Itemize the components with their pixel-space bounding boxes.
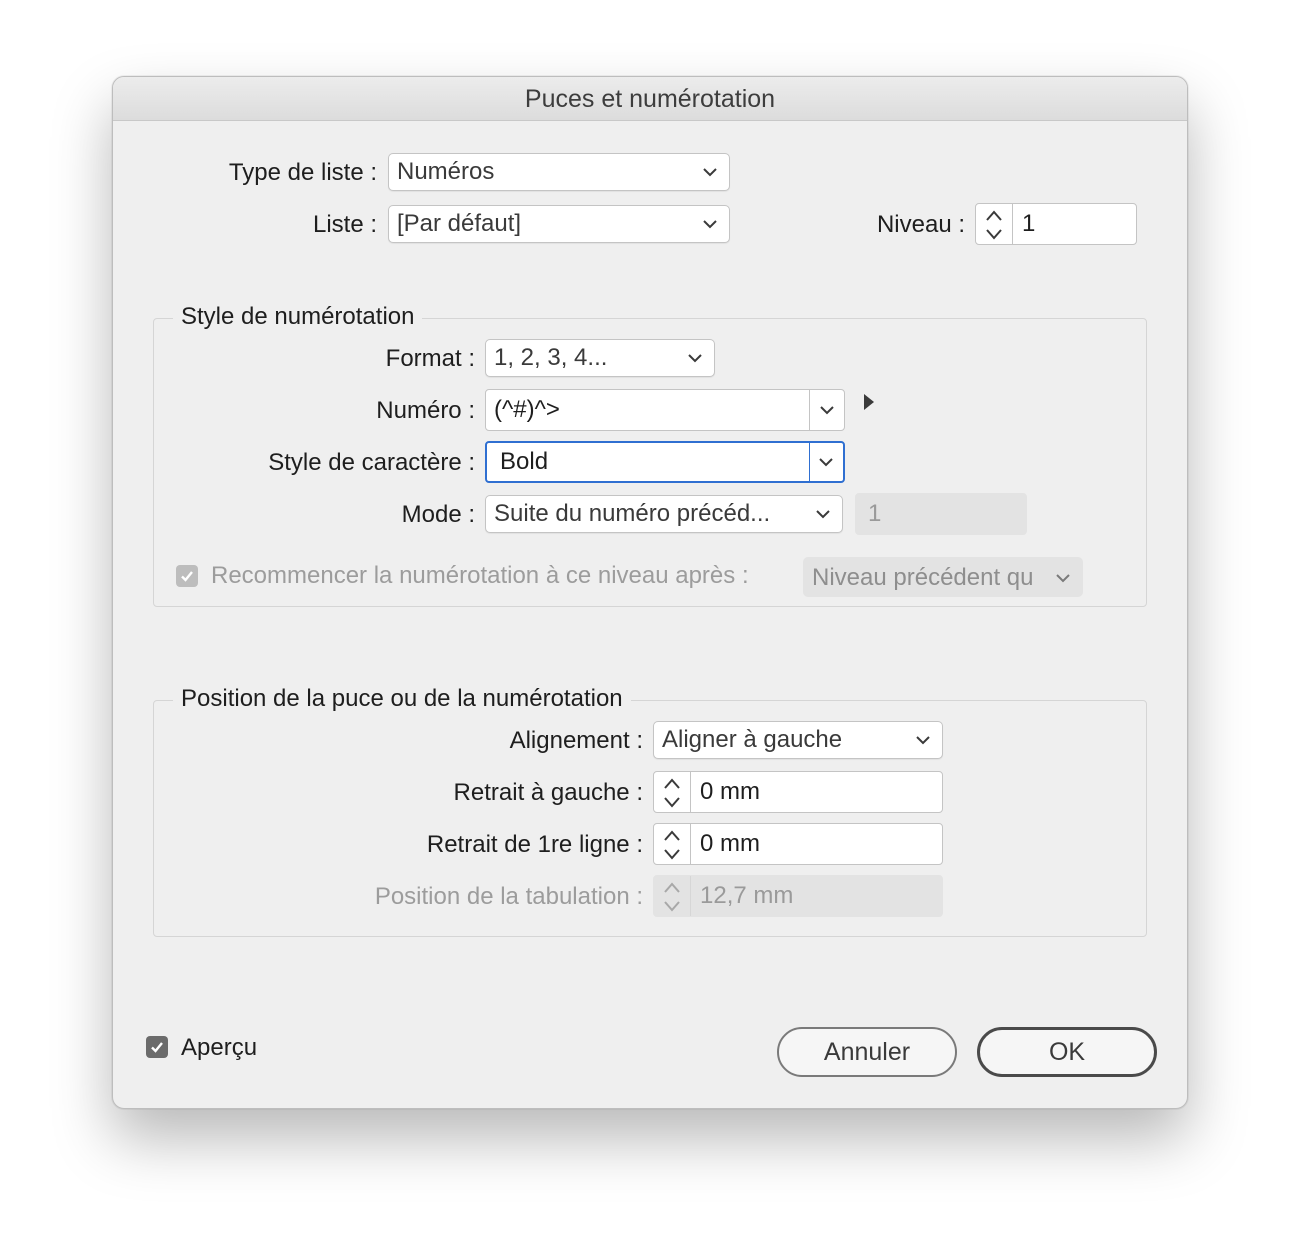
chevron-down-icon (816, 510, 830, 519)
stepper-up-icon (664, 882, 680, 893)
preview-label: Aperçu (181, 1034, 258, 1061)
stepper-up-icon (664, 830, 680, 841)
chevron-down-icon (703, 220, 717, 229)
chevron-down-icon (916, 736, 930, 745)
list-label: Liste : (312, 211, 377, 238)
alignment-value: Aligner à gauche (662, 726, 843, 753)
char-style-label: Style de caractère : (268, 449, 475, 476)
restart-checkbox (176, 565, 198, 587)
tab-position-field: 12,7 mm (653, 875, 943, 917)
mode-start-value: 1 (868, 500, 882, 527)
mode-value: Suite du numéro précéd... (494, 500, 771, 527)
chevron-down-icon (1056, 574, 1070, 583)
format-value: 1, 2, 3, 4... (494, 344, 608, 371)
first-line-indent-field[interactable]: 0 mm (653, 823, 943, 865)
chevron-down-icon[interactable] (817, 453, 835, 471)
combo-separator (809, 390, 810, 430)
level-stepper[interactable] (976, 204, 1013, 244)
chevron-down-icon (703, 168, 717, 177)
level-label: Niveau : (876, 211, 965, 238)
checkmark-icon (181, 571, 193, 582)
first-line-indent-value: 0 mm (700, 830, 760, 857)
stepper-up-icon (986, 210, 1002, 221)
combo-separator (809, 443, 810, 481)
restart-label: Recommencer la numérotation à ce niveau … (211, 562, 749, 589)
level-field[interactable]: 1 (975, 203, 1137, 245)
cancel-button[interactable]: Annuler (777, 1027, 957, 1077)
position-title: Position de la puce ou de la numérotatio… (173, 684, 631, 714)
checkmark-icon (151, 1042, 163, 1053)
chevron-down-icon[interactable] (818, 401, 836, 419)
ok-button[interactable]: OK (977, 1027, 1157, 1077)
stepper-down-icon (664, 797, 680, 808)
restart-level-value: Niveau précédent qu (812, 564, 1034, 591)
list-type-label: Type de liste : (228, 159, 377, 186)
stepper-down-icon (664, 901, 680, 912)
position-group (153, 700, 1147, 937)
left-indent-value: 0 mm (700, 778, 760, 805)
stepper-down-icon (664, 849, 680, 860)
bullets-numbering-dialog: Puces et numérotation Type de liste : Nu… (112, 76, 1188, 1109)
list-type-value: Numéros (397, 158, 495, 185)
preview-checkbox[interactable] (146, 1036, 168, 1058)
chevron-down-icon (688, 354, 702, 363)
left-indent-stepper[interactable] (654, 772, 691, 812)
stepper-down-icon (986, 229, 1002, 240)
format-label: Format : (385, 345, 475, 372)
numbering-style-title: Style de numérotation (173, 302, 423, 332)
restart-level-popup: Niveau précédent qu (803, 557, 1083, 597)
first-line-indent-stepper[interactable] (654, 824, 691, 864)
tab-position-label: Position de la tabulation : (374, 883, 643, 910)
stepper-up-icon (664, 778, 680, 789)
mode-popup[interactable]: Suite du numéro précéd... (485, 495, 843, 533)
list-popup[interactable]: [Par défaut] (388, 205, 730, 243)
left-indent-field[interactable]: 0 mm (653, 771, 943, 813)
number-value: (^#)^> (494, 396, 560, 423)
mode-start-field: 1 (855, 493, 1027, 535)
number-combobox[interactable]: (^#)^> (485, 389, 845, 431)
left-indent-label: Retrait à gauche : (453, 779, 643, 806)
mode-label: Mode : (401, 501, 475, 528)
number-label: Numéro : (376, 397, 475, 424)
triangle-right-icon[interactable] (862, 393, 876, 411)
alignment-popup[interactable]: Aligner à gauche (653, 721, 943, 759)
list-type-popup[interactable]: Numéros (388, 153, 730, 191)
level-value: 1 (1022, 210, 1036, 237)
first-line-indent-label: Retrait de 1re ligne : (426, 831, 643, 858)
alignment-label: Alignement : (509, 727, 643, 754)
format-popup[interactable]: 1, 2, 3, 4... (485, 339, 715, 377)
char-style-value: Bold (500, 448, 549, 475)
char-style-combobox[interactable]: Bold (485, 441, 845, 483)
tab-position-value: 12,7 mm (700, 882, 794, 909)
window-title: Puces et numérotation (113, 77, 1187, 121)
list-value: [Par défaut] (397, 210, 522, 237)
tab-position-stepper (654, 876, 691, 916)
